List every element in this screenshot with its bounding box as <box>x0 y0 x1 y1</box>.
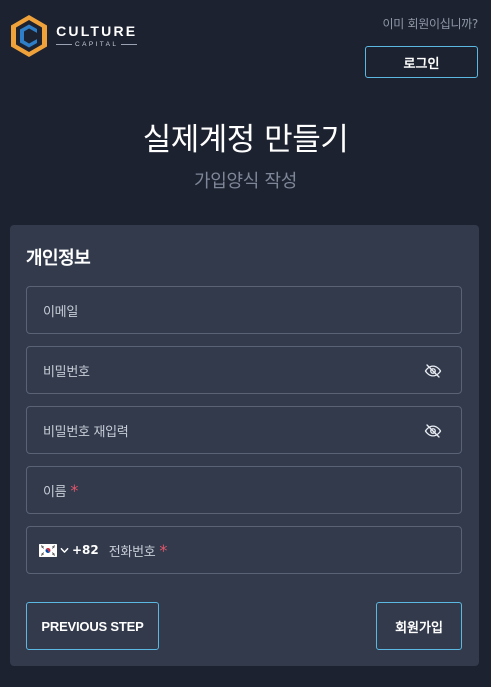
culture-capital-logo-icon <box>11 15 47 57</box>
login-button[interactable]: 로그인 <box>365 46 478 78</box>
brand-divider <box>121 44 138 45</box>
signup-page: CULTURE CAPITAL 이미 회원이십니까? 로그인 실제계정 만들기 … <box>0 0 491 687</box>
section-title: 개인정보 <box>26 248 91 269</box>
password-placeholder: 비밀번호 <box>43 364 90 380</box>
kr-flag-icon <box>39 543 57 557</box>
brand-logo[interactable]: CULTURE CAPITAL <box>10 14 138 58</box>
country-code-selector[interactable]: +82 <box>39 543 99 557</box>
personal-info-card: 개인정보 이메일 비밀번호 비밀번호 재입력 이름 * +82 전화번호 * P… <box>10 225 479 666</box>
previous-step-button[interactable]: PREVIOUS STEP <box>26 602 159 650</box>
email-placeholder: 이메일 <box>43 304 78 320</box>
name-field[interactable]: 이름 * <box>26 466 462 514</box>
phone-placeholder: 전화번호 <box>108 544 156 560</box>
page-title: 실제계정 만들기 <box>142 122 349 158</box>
email-field[interactable]: 이메일 <box>26 286 462 334</box>
chevron-down-icon <box>60 547 69 553</box>
signup-button[interactable]: 회원가입 <box>376 602 462 650</box>
page-subtitle: 가입양식 작성 <box>194 171 297 192</box>
member-prompt: 이미 회원이십니까? <box>382 17 478 31</box>
brand-subname: CAPITAL <box>75 40 119 48</box>
required-mark: * <box>70 480 79 500</box>
required-mark: * <box>159 540 168 560</box>
eye-off-icon[interactable] <box>424 362 442 380</box>
eye-off-icon[interactable] <box>424 422 442 440</box>
phone-field[interactable]: +82 전화번호 * <box>26 526 462 574</box>
password-confirm-field[interactable]: 비밀번호 재입력 <box>26 406 462 454</box>
country-code: +82 <box>72 543 99 557</box>
name-placeholder: 이름 <box>43 484 67 500</box>
password-field[interactable]: 비밀번호 <box>26 346 462 394</box>
brand-divider <box>56 44 72 45</box>
brand-name: CULTURE <box>56 22 138 39</box>
password-confirm-placeholder: 비밀번호 재입력 <box>43 424 129 440</box>
